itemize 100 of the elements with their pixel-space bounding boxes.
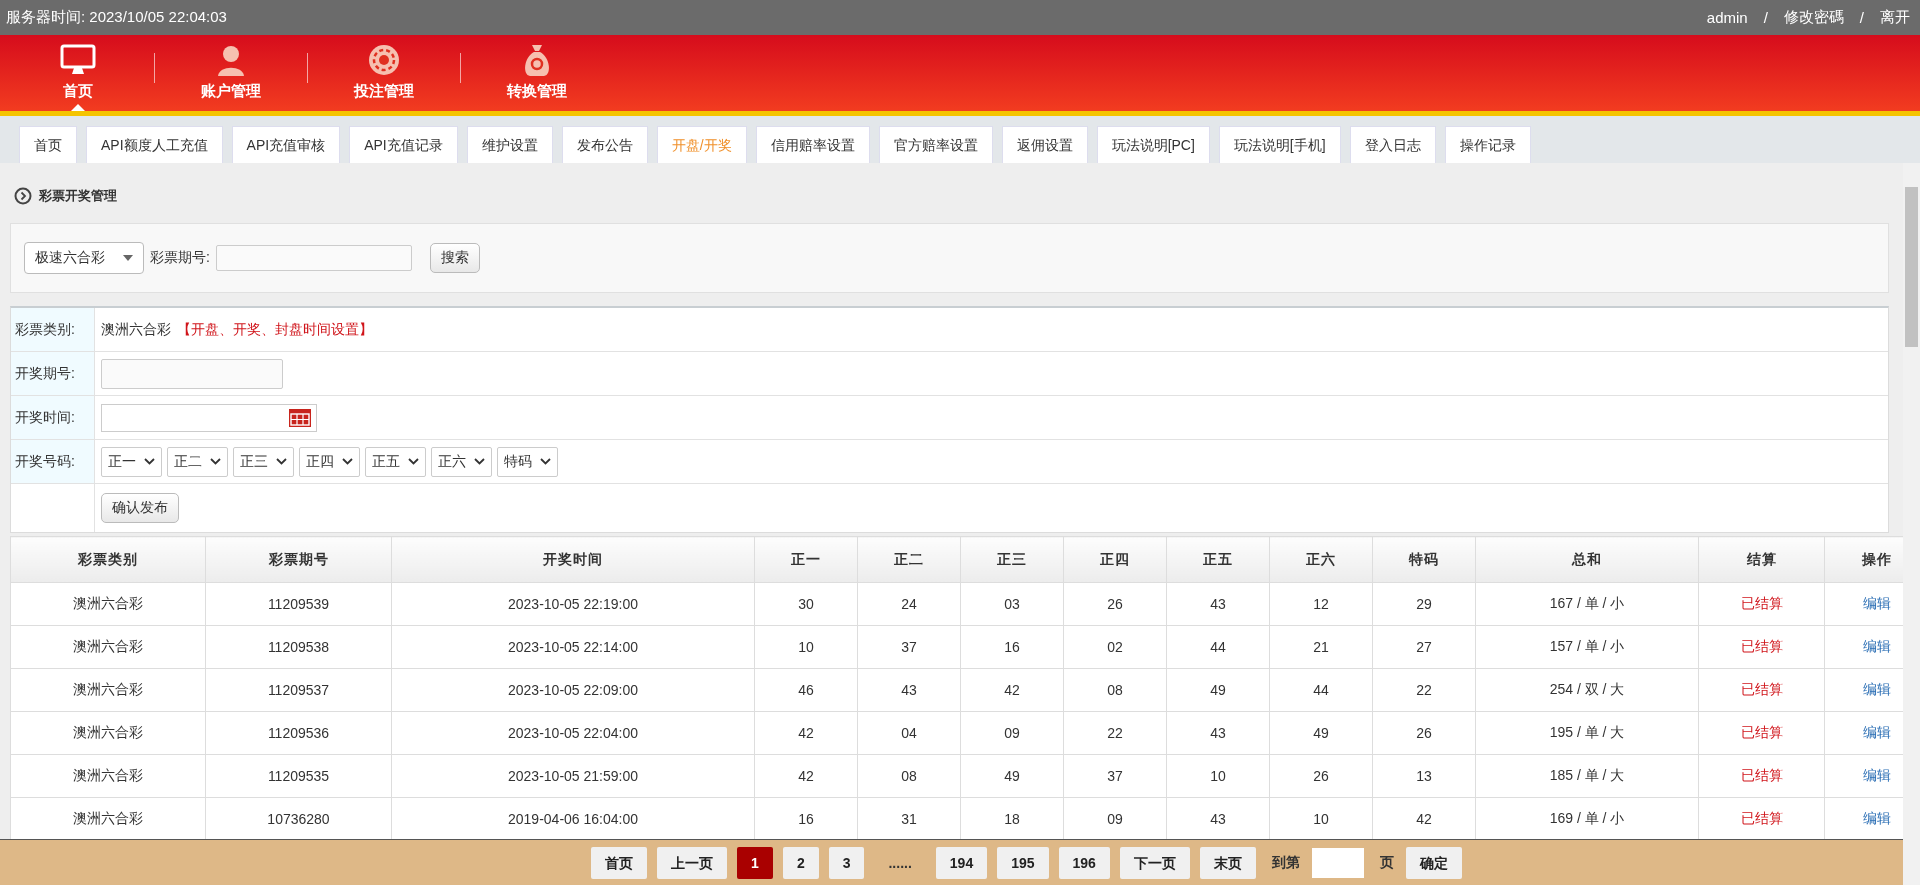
page-button[interactable]: 194 <box>935 846 988 879</box>
table-cell: 26 <box>1269 754 1373 798</box>
tab[interactable]: 操作记录 <box>1444 126 1531 163</box>
tab[interactable]: 维护设置 <box>466 126 553 163</box>
table-cell: 42 <box>960 668 1064 712</box>
chevron-down-icon <box>276 458 287 465</box>
nav-item[interactable]: 转换管理 <box>501 35 573 111</box>
edit-link[interactable]: 编辑 <box>1863 681 1891 697</box>
column-header: 总和 <box>1475 536 1699 583</box>
tab[interactable]: 玩法说明[手机] <box>1218 126 1341 163</box>
table-cell: 43 <box>1166 711 1270 755</box>
money-bag-icon <box>522 43 552 77</box>
number-select[interactable]: 特码 <box>497 446 558 477</box>
table-cell: 22 <box>1063 711 1167 755</box>
table-cell: 22 <box>1372 668 1476 712</box>
settled-status: 已结算 <box>1698 582 1825 626</box>
settled-status: 已结算 <box>1698 668 1825 712</box>
table-cell: 08 <box>1063 668 1167 712</box>
tab[interactable]: 发布公告 <box>561 126 648 163</box>
table-cell: 30 <box>754 582 858 626</box>
number-select[interactable]: 正五 <box>365 446 426 477</box>
chevron-down-icon <box>210 458 221 465</box>
table-cell: 42 <box>754 754 858 798</box>
table-cell: 澳洲六合彩 <box>10 625 206 669</box>
tab[interactable]: 官方赔率设置 <box>878 126 993 163</box>
table-cell: 42 <box>754 711 858 755</box>
table-cell: 21 <box>1269 625 1373 669</box>
period-input[interactable] <box>101 358 283 389</box>
table-cell: 澳洲六合彩 <box>10 668 206 712</box>
table-cell: 195 / 单 / 大 <box>1475 711 1699 755</box>
nav-item[interactable]: 投注管理 <box>348 35 420 111</box>
number-select[interactable]: 正四 <box>299 446 360 477</box>
separator: / <box>1859 9 1864 26</box>
page-input[interactable] <box>1311 847 1364 878</box>
table-cell: 16 <box>960 625 1064 669</box>
table-cell: 43 <box>857 668 961 712</box>
period-label: 彩票期号: <box>150 249 210 267</box>
page-button[interactable]: 195 <box>997 846 1049 879</box>
chevron-down-icon <box>144 458 155 465</box>
page-button[interactable]: 2 <box>782 846 819 879</box>
table-cell: 08 <box>857 754 961 798</box>
top-link[interactable]: 修改密碼 <box>1783 8 1844 27</box>
tab[interactable]: 信用赔率设置 <box>755 126 870 163</box>
arrow-circle-icon <box>14 187 32 205</box>
page-unit: 页 <box>1379 853 1394 872</box>
table-cell: 11209539 <box>205 582 392 626</box>
page-button[interactable]: 上一页 <box>657 846 728 879</box>
page-button[interactable]: 196 <box>1058 846 1110 879</box>
table-cell: 185 / 单 / 大 <box>1475 754 1699 798</box>
time-settings-link[interactable]: 【开盘、开奖、封盘时间设置】 <box>177 320 373 339</box>
edit-link[interactable]: 编辑 <box>1863 595 1891 611</box>
page-button[interactable]: 3 <box>828 846 865 879</box>
field-label: 开奖时间: <box>15 408 75 427</box>
nav-item[interactable]: 账户管理 <box>195 35 267 111</box>
datetime-input[interactable] <box>101 403 317 432</box>
tab[interactable]: API额度人工充值 <box>86 126 223 163</box>
edit-link[interactable]: 编辑 <box>1863 638 1891 654</box>
edit-link[interactable]: 编辑 <box>1863 724 1891 740</box>
number-select[interactable]: 正二 <box>167 446 228 477</box>
column-header: 正一 <box>754 536 858 583</box>
publish-button[interactable]: 确认发布 <box>101 493 179 523</box>
table-cell: 03 <box>960 582 1064 626</box>
monitor-icon <box>60 43 96 77</box>
period-input[interactable] <box>215 245 412 271</box>
table-cell: 2023-10-05 22:19:00 <box>391 582 755 626</box>
column-header: 正四 <box>1063 536 1167 583</box>
number-select[interactable]: 正一 <box>101 446 162 477</box>
tab[interactable]: API充值审核 <box>231 126 341 163</box>
tab[interactable]: API充值记录 <box>349 126 458 163</box>
page-button[interactable]: 1 <box>737 846 773 879</box>
chevron-down-icon <box>474 458 485 465</box>
table-cell: 37 <box>1063 754 1167 798</box>
table-cell: 26 <box>1372 711 1476 755</box>
tab[interactable]: 登入日志 <box>1349 126 1436 163</box>
search-button[interactable]: 搜索 <box>429 243 480 273</box>
number-select[interactable]: 正六 <box>431 446 492 477</box>
field-label: 开奖号码: <box>15 452 75 471</box>
table-cell: 澳洲六合彩 <box>10 754 206 798</box>
person-icon <box>215 43 247 77</box>
number-select[interactable]: 正三 <box>233 446 294 477</box>
column-header: 彩票类别 <box>10 536 206 583</box>
table-cell: 254 / 双 / 大 <box>1475 668 1699 712</box>
tab[interactable]: 玩法说明[PC] <box>1096 126 1210 163</box>
tab[interactable]: 首页 <box>19 126 77 163</box>
tab[interactable]: 返佣设置 <box>1001 126 1088 163</box>
edit-link[interactable]: 编辑 <box>1863 810 1891 826</box>
page-button[interactable]: 首页 <box>591 846 648 879</box>
nav-item[interactable]: 首页 <box>42 35 114 111</box>
page-button[interactable]: 下一页 <box>1119 846 1190 879</box>
top-link[interactable]: 离开 <box>1880 8 1910 27</box>
lottery-type: 澳洲六合彩 <box>101 320 171 339</box>
confirm-button[interactable]: 确定 <box>1405 846 1462 879</box>
field-label: 开奖期号: <box>15 364 75 383</box>
lottery-select[interactable]: 极速六合彩 <box>24 242 144 274</box>
table-cell: 27 <box>1372 625 1476 669</box>
page-button[interactable]: 末页 <box>1199 846 1256 879</box>
table-cell: 11209537 <box>205 668 392 712</box>
table-cell: 13 <box>1372 754 1476 798</box>
edit-link[interactable]: 编辑 <box>1863 767 1891 783</box>
column-header: 开奖时间 <box>391 536 755 583</box>
